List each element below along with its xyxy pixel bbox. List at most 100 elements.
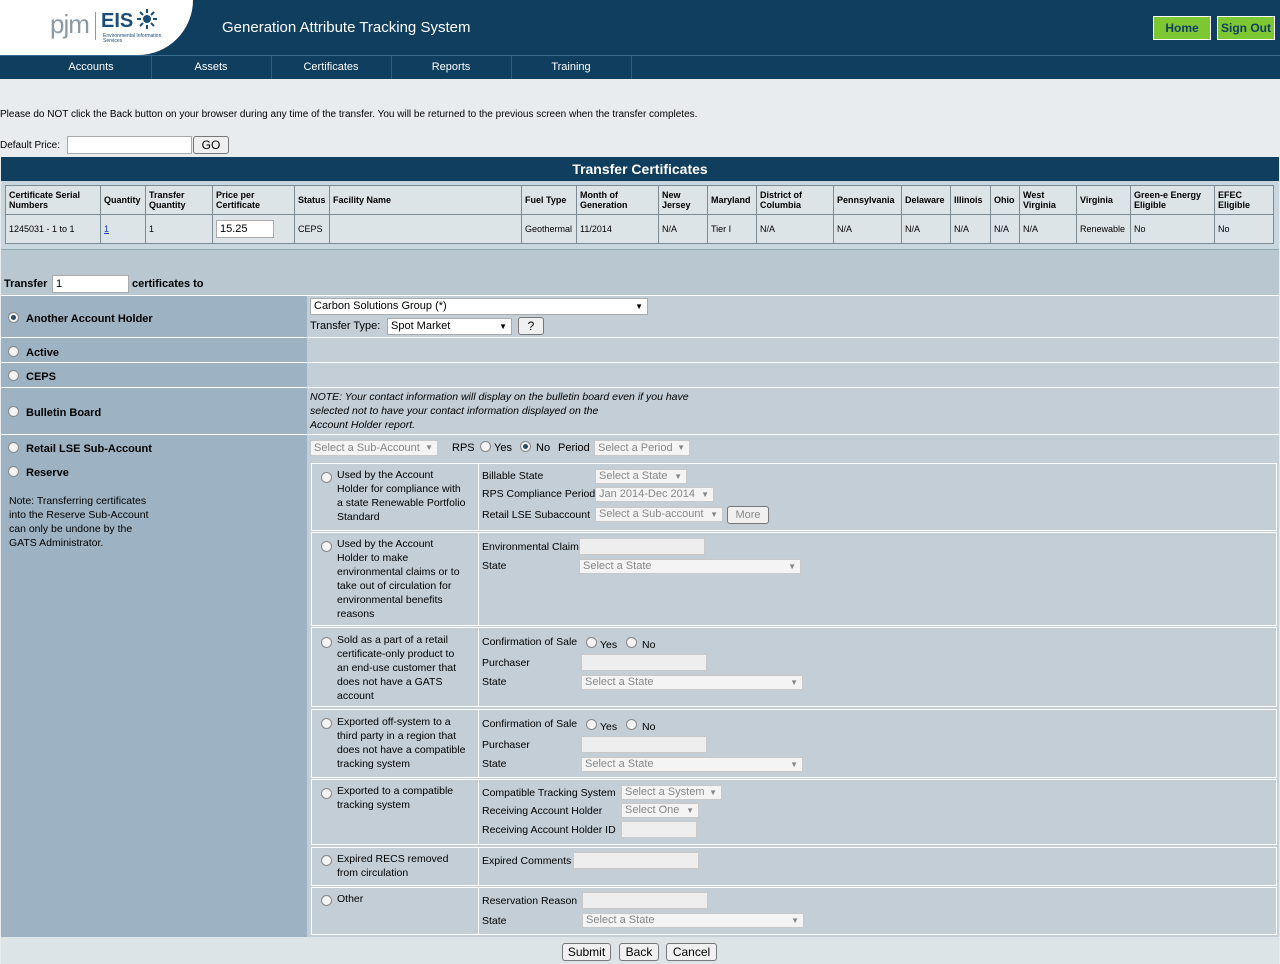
period-select[interactable]: Select a Period ▼ <box>594 440 690 456</box>
retail-lse-radio[interactable] <box>8 442 19 453</box>
cell-efec: No <box>1214 214 1274 244</box>
sun-logo-icon <box>137 9 157 29</box>
another-account-radio[interactable] <box>8 312 19 323</box>
cell-quantity-link[interactable]: 1 <box>100 214 146 244</box>
quantity-link[interactable]: 1 <box>104 224 109 234</box>
rps-no-radio[interactable] <box>520 441 531 452</box>
billable-state-label: Billable State <box>482 470 544 482</box>
billable-state-select[interactable]: Select a State ▼ <box>595 469 687 484</box>
chevron-down-icon: ▼ <box>425 443 433 452</box>
col-fuel: Fuel Type <box>521 185 577 215</box>
table-header-row: Certificate Serial Numbers Quantity Tran… <box>5 185 1274 215</box>
cell-greene: No <box>1130 214 1215 244</box>
retail-conf-no-label: No <box>642 639 656 651</box>
sign-out-button[interactable]: Sign Out <box>1217 16 1275 40</box>
retail-state-select[interactable]: Select a State ▼ <box>581 675 803 690</box>
reserve-expired-text: Expired RECS removed from circulation <box>337 852 448 880</box>
reservation-reason-input[interactable] <box>582 892 708 909</box>
default-price-input[interactable] <box>67 136 192 154</box>
bulletin-board-radio[interactable] <box>8 406 19 417</box>
offsystem-conf-yes-radio[interactable] <box>586 719 597 730</box>
option-text-line: reasons <box>337 608 375 620</box>
retail-subacct-select[interactable]: Select a Sub-account ▼ <box>595 507 723 522</box>
receiving-holder-value: Select One <box>625 804 680 816</box>
reserve-note-line: GATS Administrator. <box>9 537 104 549</box>
chevron-down-icon: ▼ <box>674 472 682 481</box>
other-state-select[interactable]: Select a State ▼ <box>582 913 804 928</box>
option-text-line: does not have a compatible <box>337 744 466 756</box>
chevron-down-icon: ▼ <box>499 322 507 331</box>
nav-training[interactable]: Training <box>511 56 632 79</box>
reserve-compatible-radio[interactable] <box>321 788 332 799</box>
reserve-retail-radio[interactable] <box>321 637 332 648</box>
transfer-suffix: certificates to <box>132 278 204 290</box>
retail-lse-label: Retail LSE Sub-Account <box>26 443 152 455</box>
cell-wv: N/A <box>1019 214 1077 244</box>
receiving-holder-id-input[interactable] <box>621 821 697 838</box>
option-text-line: account <box>337 690 374 702</box>
reserve-offsystem-radio[interactable] <box>321 718 332 729</box>
retail-conf-yes-radio[interactable] <box>586 637 597 648</box>
env-state-value: Select a State <box>583 560 652 572</box>
option-text-line: Standard <box>337 511 380 523</box>
nav-accounts[interactable]: Accounts <box>31 56 152 79</box>
retail-state-value: Select a State <box>585 676 654 688</box>
price-input[interactable] <box>216 220 274 238</box>
rps-yes-radio[interactable] <box>480 441 491 452</box>
expired-comments-input[interactable] <box>573 852 699 869</box>
account-holder-value: Carbon Solutions Group (*) <box>314 300 447 312</box>
ceps-radio[interactable] <box>8 370 19 381</box>
cell-dc: N/A <box>756 214 834 244</box>
more-button[interactable]: More <box>727 506 769 524</box>
offsystem-conf-no-radio[interactable] <box>626 719 637 730</box>
home-button[interactable]: Home <box>1153 16 1211 40</box>
default-price-label: Default Price: <box>0 140 61 151</box>
env-claim-input[interactable] <box>579 538 705 555</box>
nav-assets[interactable]: Assets <box>151 56 272 79</box>
reserve-expired-radio[interactable] <box>321 855 332 866</box>
chevron-down-icon: ▼ <box>709 788 717 797</box>
chevron-down-icon: ▼ <box>677 443 685 452</box>
retail-purchaser-input[interactable] <box>581 654 707 671</box>
submit-button[interactable]: Submit <box>562 943 611 961</box>
compatible-system-select[interactable]: Select a System ▼ <box>621 785 722 800</box>
retail-subaccount-select[interactable]: Select a Sub-Account ▼ <box>310 440 438 456</box>
col-oh: Ohio <box>990 185 1020 215</box>
cell-nj: N/A <box>658 214 708 244</box>
cell-facility <box>329 214 522 244</box>
option-text-line: Holder to make <box>337 552 409 564</box>
reserve-env-radio[interactable] <box>321 541 332 552</box>
option-text-line: Exported to a compatible <box>337 785 454 797</box>
receiving-holder-select[interactable]: Select One ▼ <box>621 803 699 818</box>
nav-certificates[interactable]: Certificates <box>271 56 392 79</box>
offsystem-state-value: Select a State <box>585 758 654 770</box>
another-account-label: Another Account Holder <box>26 313 153 325</box>
reserve-note: Note: Transferring certificates into the… <box>9 494 149 550</box>
cell-month: 11/2014 <box>576 214 659 244</box>
cancel-button[interactable]: Cancel <box>666 943 717 961</box>
certificates-table-panel: Certificate Serial Numbers Quantity Tran… <box>1 181 1279 250</box>
nav-reports[interactable]: Reports <box>391 56 512 79</box>
reserve-rps-radio[interactable] <box>321 472 332 483</box>
reserve-other-radio[interactable] <box>321 895 332 906</box>
transfer-type-help-button[interactable]: ? <box>518 317 544 335</box>
col-wv: West Virginia <box>1019 185 1077 215</box>
app-title: Generation Attribute Tracking System <box>222 19 471 36</box>
go-button[interactable]: GO <box>193 136 229 154</box>
transfer-type-select[interactable]: Spot Market ▼ <box>387 318 512 335</box>
retail-conf-no-radio[interactable] <box>626 637 637 648</box>
active-radio[interactable] <box>8 346 19 357</box>
back-button[interactable]: Back <box>619 943 659 961</box>
separator-band <box>1 250 1279 270</box>
env-state-select[interactable]: Select a State ▼ <box>579 559 801 574</box>
offsystem-purchaser-input[interactable] <box>581 736 707 753</box>
reserve-radio[interactable] <box>8 466 19 477</box>
transfer-count-input[interactable] <box>52 275 129 293</box>
col-serial: Certificate Serial Numbers <box>5 185 101 215</box>
account-holder-select[interactable]: Carbon Solutions Group (*) ▼ <box>310 298 648 315</box>
rps-period-select[interactable]: Jan 2014-Dec 2014 ▼ <box>595 487 714 502</box>
offsystem-state-select[interactable]: Select a State ▼ <box>581 757 803 772</box>
transfer-prefix: Transfer <box>4 278 48 290</box>
col-facility: Facility Name <box>329 185 522 215</box>
option-text-line: environmental benefits <box>337 594 443 606</box>
